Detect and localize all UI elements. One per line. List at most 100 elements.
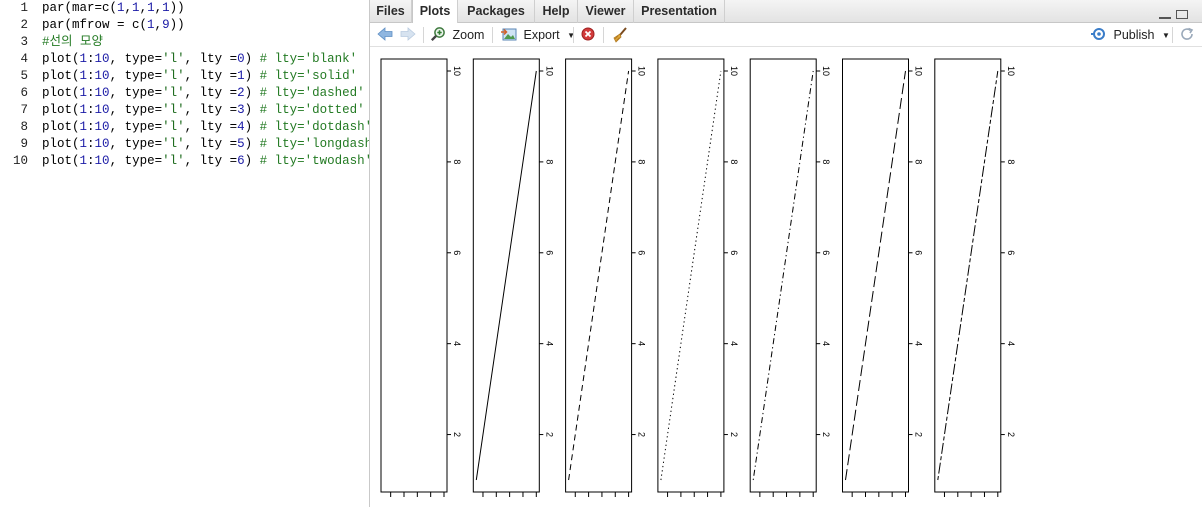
tab-plots[interactable]: Plots (412, 0, 458, 24)
line-number: 2 (20, 18, 28, 32)
code-token: ) (244, 103, 260, 117)
series-line-twodash (937, 70, 999, 481)
tab-presentation[interactable]: Presentation (634, 0, 725, 23)
line-number: 6 (20, 86, 28, 100)
export-label: Export (523, 28, 560, 42)
code-token: # lty='solid' (259, 69, 358, 83)
code-token: # lty='twodash' (259, 154, 373, 168)
publish-button[interactable]: Publish ▼ (1090, 26, 1170, 44)
plot-panel-twodash: 2 4 6 8 10 (934, 58, 1016, 497)
code-token: 4 (237, 120, 245, 134)
code-line[interactable]: 5 plot(1:10, type='l', lty =1) # lty='sol… (0, 68, 369, 85)
refresh-icon[interactable] (1179, 26, 1195, 44)
code-token: ) (244, 120, 260, 134)
pane-tab-bar: Files Plots Packages Help Viewer Present… (370, 0, 1202, 24)
y-tick-label: 10 (729, 66, 739, 76)
code-token: ) (244, 86, 260, 100)
code-token: , lty = (184, 69, 238, 83)
code-text: par(mfrow = c(1,9)) (42, 17, 185, 34)
y-tick-label: 4 (544, 341, 554, 346)
y-tick-label: 4 (452, 341, 462, 346)
code-token: 1 (162, 1, 170, 15)
code-token: 1 (237, 69, 245, 83)
series-line-solid (475, 70, 537, 481)
tab-viewer[interactable]: Viewer (578, 0, 634, 23)
line-number: 10 (12, 154, 28, 168)
y-tick-label: 8 (729, 159, 739, 164)
y-tick-label: 10 (544, 66, 554, 76)
y-tick-label: 8 (914, 159, 924, 164)
y-tick-label: 6 (914, 250, 924, 255)
y-tick-label: 2 (452, 432, 462, 437)
code-token: 'l' (162, 103, 185, 117)
code-token: # lty='dotted' (259, 103, 365, 117)
code-editor[interactable]: 1 par(mar=c(1,1,1,1)) 2 par(mfrow = c(1,9))… (0, 0, 380, 507)
forward-arrow-icon[interactable] (399, 26, 417, 44)
code-token: #선의 모양 (42, 35, 104, 49)
plot-panel-dotted: 2 4 6 8 10 (657, 58, 739, 497)
line-number: 5 (20, 69, 28, 83)
maximize-pane-icon[interactable] (1176, 10, 1188, 19)
minimize-pane-icon[interactable] (1159, 12, 1171, 19)
code-token: 1 (79, 103, 88, 117)
y-tick-label: 4 (1006, 341, 1016, 346)
code-token: 'l' (162, 52, 185, 66)
line-number: 1 (20, 1, 28, 15)
code-token: 1 (147, 1, 155, 15)
code-line[interactable]: 4 plot(1:10, type='l', lty =0) # lty='bla… (0, 51, 369, 68)
y-tick-label: 2 (637, 432, 647, 437)
code-text: plot(1:10, type='l', lty =6) # lty='twod… (42, 153, 372, 170)
code-token: 1 (132, 1, 140, 15)
plot-canvas: 2 4 6 8 10 2 4 6 8 10 2 4 6 8 10 2 4 6 8 10 2 4 6 8 10 2 4 6 8 10 2 4 6 8… (370, 48, 1202, 507)
remove-plot-icon[interactable] (580, 26, 596, 44)
code-line[interactable]: 10 plot(1:10, type='l', lty =6) # lty='tw… (0, 153, 372, 170)
publish-dropdown-icon: ▼ (1161, 31, 1170, 40)
code-token: par(mar=c( (42, 1, 118, 15)
toolbar-separator (573, 27, 574, 43)
tab-help[interactable]: Help (535, 0, 578, 23)
code-token: ) (244, 69, 260, 83)
series-line-dotdash (752, 70, 814, 481)
code-line[interactable]: 3 #선의 모양 (0, 34, 369, 51)
tab-files[interactable]: Files (370, 0, 412, 23)
code-line[interactable]: 1 par(mar=c(1,1,1,1)) (0, 0, 369, 17)
line-number: 4 (20, 52, 28, 66)
broom-icon[interactable] (611, 26, 629, 44)
code-token: : (87, 137, 95, 151)
code-token: : (87, 86, 95, 100)
back-arrow-icon[interactable] (376, 26, 394, 44)
plots-toolbar: Zoom Export ▼ Publish ▼ (370, 23, 1202, 47)
y-tick-label: 2 (729, 432, 739, 437)
code-token: 1 (79, 69, 88, 83)
code-line[interactable]: 6 plot(1:10, type='l', lty =2) # lty='das… (0, 85, 369, 102)
zoom-button[interactable]: Zoom (430, 26, 484, 44)
code-token: 10 (94, 52, 110, 66)
code-line[interactable]: 7 plot(1:10, type='l', lty =3) # lty='dot… (0, 102, 369, 119)
code-token: , lty = (184, 86, 238, 100)
code-token: par(mfrow = c( (42, 18, 148, 32)
toolbar-separator (423, 27, 424, 43)
tab-packages[interactable]: Packages (458, 0, 535, 23)
line-number: 3 (20, 35, 28, 49)
code-token: , type= (109, 69, 163, 83)
y-tick-label: 10 (637, 66, 647, 76)
code-token: , type= (109, 52, 163, 66)
code-line[interactable]: 2 par(mfrow = c(1,9)) (0, 17, 369, 34)
code-token: ) (244, 137, 260, 151)
code-token: plot( (42, 120, 80, 134)
code-token: 10 (94, 103, 110, 117)
code-line[interactable]: 9 plot(1:10, type='l', lty =5) # lty='lon… (0, 136, 379, 153)
code-token: )) (169, 18, 185, 32)
export-button[interactable]: Export ▼ (500, 26, 575, 44)
y-tick-label: 2 (1006, 432, 1016, 437)
code-line[interactable]: 8 plot(1:10, type='l', lty =4) # lty='dot… (0, 119, 372, 136)
code-text: plot(1:10, type='l', lty =3) # lty='dott… (42, 102, 365, 119)
code-token: : (87, 103, 95, 117)
code-token: , type= (109, 86, 163, 100)
y-tick-label: 8 (452, 159, 462, 164)
code-token: , lty = (184, 154, 238, 168)
code-token: , lty = (184, 137, 238, 151)
zoom-icon (430, 27, 445, 42)
code-token: , type= (109, 137, 163, 151)
series-line-dotted (660, 70, 722, 481)
